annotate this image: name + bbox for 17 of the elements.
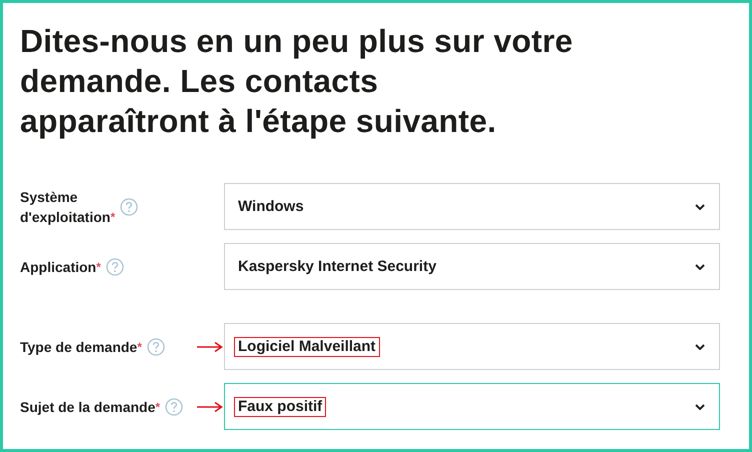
field-label: Application* [20, 258, 101, 276]
dropdown-field[interactable]: Faux positif [224, 383, 720, 430]
dropdown-field[interactable]: Kaspersky Internet Security [224, 243, 720, 290]
help-icon[interactable] [120, 198, 138, 216]
chevron-down-icon [695, 344, 705, 350]
field-label: Sujet de la demande* [20, 398, 160, 416]
dropdown-field[interactable]: Logiciel Malveillant [224, 323, 720, 370]
chevron-down-icon [695, 264, 705, 270]
help-icon[interactable] [165, 398, 184, 416]
field-label: Système d'exploitation* [20, 188, 116, 226]
page-heading: Dites-nous en un peu plus sur votre demande. Les contacts apparaîtront à l'étape suivante. [20, 22, 574, 141]
help-icon[interactable] [106, 258, 124, 276]
chevron-down-icon [695, 204, 705, 210]
field-label: Type de demande* [20, 338, 142, 356]
chevron-down-icon [695, 404, 705, 410]
dropdown-field[interactable]: Windows [224, 183, 720, 230]
help-icon[interactable] [146, 338, 165, 356]
